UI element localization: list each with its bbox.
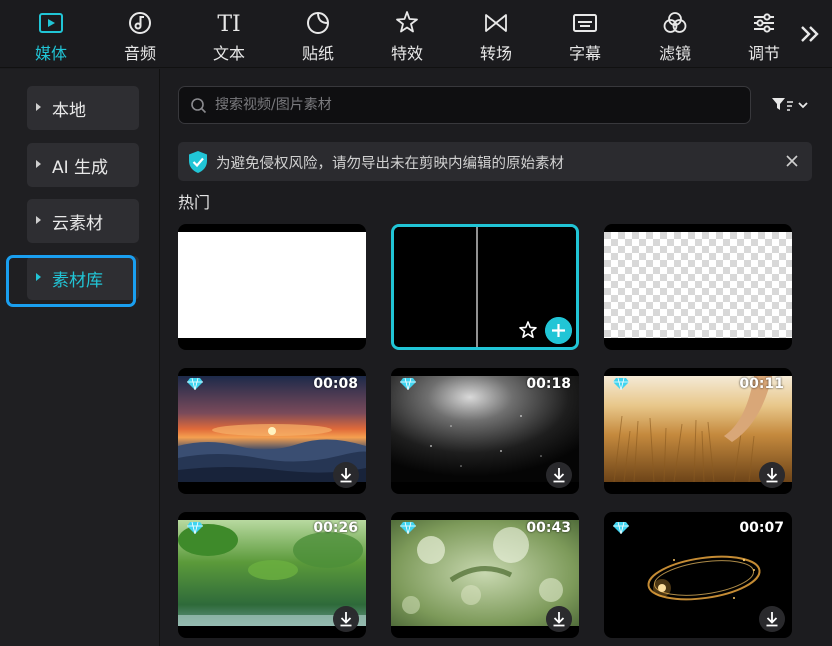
download-icon[interactable] — [333, 606, 359, 632]
premium-diamond-icon — [187, 521, 203, 534]
search-box[interactable] — [178, 86, 751, 124]
expand-triangle-icon — [36, 103, 41, 111]
media-card-wheat[interactable]: 00:11 — [604, 368, 792, 494]
tab-text[interactable]: TI 文本 — [189, 0, 269, 68]
tab-sticker-label: 贴纸 — [301, 44, 334, 63]
media-card-smoke[interactable]: 00:18 — [391, 368, 579, 494]
svg-text:TI: TI — [217, 12, 240, 37]
filter-icon — [663, 12, 687, 33]
download-icon[interactable] — [333, 462, 359, 488]
tab-adjust[interactable]: 调节 — [724, 0, 804, 68]
sidebar-item-label: 云素材 — [52, 214, 103, 234]
sidebar-item-ai-generate[interactable]: AI 生成 — [27, 143, 139, 187]
tab-transition[interactable]: 转场 — [456, 0, 536, 68]
sidebar-item-cloud[interactable]: 云素材 — [27, 199, 139, 243]
premium-diamond-icon — [400, 521, 416, 534]
subtitle-icon — [573, 14, 597, 32]
copyright-notice: 为避免侵权风险，请勿导出未在剪映内编辑的原始素材 — [178, 142, 812, 181]
tab-audio[interactable]: 音频 — [100, 0, 180, 68]
tab-transition-label: 转场 — [479, 44, 512, 63]
expand-triangle-icon — [36, 216, 41, 224]
effects-icon — [396, 11, 418, 33]
main-panel: 为避免侵权风险，请勿导出未在剪映内编辑的原始素材 热门 — [161, 69, 832, 646]
duration-label: 00:08 — [313, 376, 358, 392]
media-card-black[interactable] — [391, 224, 579, 350]
card-thumbnail — [604, 232, 792, 338]
media-card-sunset[interactable]: 00:08 — [178, 368, 366, 494]
search-icon — [191, 98, 207, 114]
duration-label: 00:11 — [739, 376, 784, 392]
section-title: 热门 — [178, 193, 211, 212]
tab-subtitle-label: 字幕 — [568, 44, 601, 63]
media-card-sparkle[interactable]: 00:07 — [604, 512, 792, 638]
tab-sticker[interactable]: 贴纸 — [278, 0, 358, 68]
duration-label: 00:43 — [526, 520, 571, 536]
star-favorite-icon[interactable] — [518, 320, 538, 340]
premium-diamond-icon — [400, 377, 416, 390]
notice-text: 为避免侵权风险，请勿导出未在剪映内编辑的原始素材 — [216, 156, 564, 172]
premium-diamond-icon — [613, 377, 629, 390]
premium-diamond-icon — [613, 521, 629, 534]
shield-check-icon — [189, 151, 207, 173]
sidebar-item-local[interactable]: 本地 — [27, 86, 139, 130]
transition-icon — [485, 14, 507, 32]
card-thumbnail — [178, 232, 366, 338]
adjust-icon — [754, 13, 774, 33]
tab-media[interactable]: 媒体 — [11, 0, 91, 68]
sidebar-item-label: 本地 — [52, 101, 86, 121]
expand-triangle-icon — [36, 273, 41, 281]
sidebar-item-label: 素材库 — [52, 271, 103, 291]
download-icon[interactable] — [546, 606, 572, 632]
download-icon[interactable] — [759, 606, 785, 632]
expand-triangle-icon — [36, 160, 41, 168]
media-card-leaves[interactable]: 00:26 — [178, 512, 366, 638]
duration-label: 00:07 — [739, 520, 784, 536]
tab-media-label: 媒体 — [34, 44, 67, 63]
media-card-transparent[interactable] — [604, 224, 792, 350]
sidebar-item-library[interactable]: 素材库 — [27, 256, 139, 300]
sidebar-item-label: AI 生成 — [52, 158, 109, 178]
download-icon[interactable] — [759, 462, 785, 488]
tab-subtitle[interactable]: 字幕 — [545, 0, 625, 68]
close-icon[interactable] — [784, 153, 800, 169]
top-toolbar: 媒体 音频 TI 文本 贴纸 特效 转场 字幕 滤镜 调节 — [0, 0, 832, 68]
tab-effects-label: 特效 — [390, 44, 423, 63]
media-icon — [39, 13, 63, 33]
duration-label: 00:18 — [526, 376, 571, 392]
audio-icon — [129, 12, 151, 34]
add-to-timeline-icon[interactable] — [545, 317, 572, 344]
tab-effects[interactable]: 特效 — [367, 0, 447, 68]
media-card-white[interactable] — [178, 224, 366, 350]
double-chevron-right-icon[interactable] — [796, 20, 824, 48]
sticker-icon — [307, 12, 329, 34]
filter-sort-icon[interactable] — [769, 94, 813, 116]
duration-label: 00:26 — [313, 520, 358, 536]
search-input[interactable] — [215, 87, 735, 123]
media-card-bokeh[interactable]: 00:43 — [391, 512, 579, 638]
tab-adjust-label: 调节 — [747, 44, 780, 63]
tab-filter[interactable]: 滤镜 — [635, 0, 715, 68]
sidebar: 本地 AI 生成 云素材 素材库 — [0, 69, 160, 646]
text-icon: TI — [217, 12, 240, 37]
premium-diamond-icon — [187, 377, 203, 390]
tab-text-label: 文本 — [212, 44, 245, 63]
tab-audio-label: 音频 — [123, 44, 156, 63]
tab-filter-label: 滤镜 — [658, 44, 691, 63]
download-icon[interactable] — [546, 462, 572, 488]
